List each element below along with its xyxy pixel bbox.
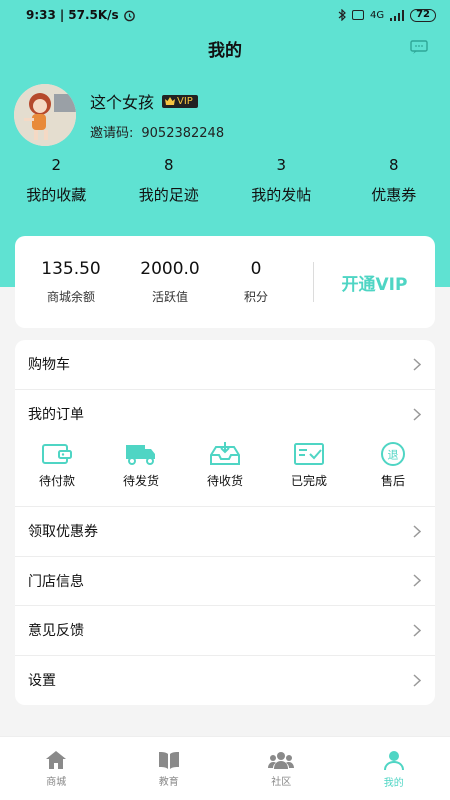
vip-badge: VIP xyxy=(162,94,198,108)
chevron-right-icon xyxy=(413,674,421,687)
tab-label: 社区 xyxy=(271,776,292,788)
check-list-icon xyxy=(294,443,324,465)
invite-label: 邀请码: xyxy=(90,126,134,141)
stat-value: 8 xyxy=(388,156,399,174)
bluetooth-icon xyxy=(338,9,346,21)
return-icon-glyph: 退 xyxy=(388,449,399,462)
menu-item-label: 购物车 xyxy=(28,357,70,374)
tab-education[interactable]: 教育 xyxy=(113,737,226,800)
menu-item-store-info[interactable]: 门店信息 xyxy=(15,557,435,606)
order-completed[interactable]: 已完成 xyxy=(267,441,351,489)
book-icon xyxy=(158,751,179,769)
wallet-card: 135.50 商城余额 2000.0 活跃值 0 积分 开通VIP xyxy=(15,236,435,328)
network-type: 4G xyxy=(369,9,385,21)
menu-item-orders[interactable]: 我的订单 xyxy=(15,390,435,440)
order-pending-receipt[interactable]: 待收货 xyxy=(183,441,267,489)
chevron-right-icon xyxy=(413,408,421,421)
wallet-label: 商城余额 xyxy=(46,290,95,304)
menu-list: 购物车 我的订单 待付款 待发货 待收货 已完成 退 售后 领取优惠券 门店信息… xyxy=(15,340,435,705)
stat-value: 3 xyxy=(276,156,287,174)
alarm-icon xyxy=(123,10,135,21)
profile-section[interactable]: 这个女孩 VIP 邀请码: 9052382248 xyxy=(14,84,224,146)
chevron-right-icon xyxy=(413,525,421,538)
menu-item-label: 门店信息 xyxy=(28,573,84,590)
wallet-activity[interactable]: 2000.0 活跃值 xyxy=(127,259,213,305)
chevron-right-icon xyxy=(413,624,421,637)
stat-footprints[interactable]: 8 我的足迹 xyxy=(113,156,226,205)
crown-icon xyxy=(165,97,176,105)
order-status-label: 待发货 xyxy=(122,474,159,488)
menu-item-settings[interactable]: 设置 xyxy=(15,656,435,706)
stat-label: 我的发帖 xyxy=(251,186,312,204)
menu-item-feedback[interactable]: 意见反馈 xyxy=(15,606,435,656)
order-after-sales[interactable]: 退 售后 xyxy=(351,441,435,489)
chevron-right-icon xyxy=(413,574,421,587)
wallet-value: 2000.0 xyxy=(140,259,200,279)
stat-label: 优惠券 xyxy=(371,186,417,204)
wallet-label: 积分 xyxy=(243,290,268,304)
order-status-label: 已完成 xyxy=(290,474,327,488)
signal-icon xyxy=(390,9,405,21)
tab-label: 教育 xyxy=(158,776,179,788)
stats-row: 2 我的收藏 8 我的足迹 3 我的发帖 8 优惠券 xyxy=(0,156,450,205)
invite-code: 9052382248 xyxy=(141,126,225,141)
stat-value: 8 xyxy=(163,156,174,174)
wallet-balance[interactable]: 135.50 商城余额 xyxy=(28,259,114,305)
bottom-tab-bar: 商城 教育 社区 我的 xyxy=(0,736,450,800)
order-status-label: 待收货 xyxy=(206,474,243,488)
invite-code-row: 邀请码: 9052382248 xyxy=(90,122,224,141)
avatar[interactable] xyxy=(14,84,76,146)
stat-favorites[interactable]: 2 我的收藏 xyxy=(0,156,113,205)
user-name: 这个女孩 xyxy=(90,93,155,112)
order-status-label: 售后 xyxy=(380,474,405,488)
vip-badge-label: VIP xyxy=(177,95,193,107)
status-time: 9:33 xyxy=(26,8,56,22)
menu-item-label: 领取优惠券 xyxy=(28,524,98,541)
tab-mine[interactable]: 我的 xyxy=(338,737,450,800)
user-icon xyxy=(383,750,404,770)
tab-label: 商城 xyxy=(46,776,67,788)
order-pending-payment[interactable]: 待付款 xyxy=(15,441,99,489)
message-icon[interactable] xyxy=(410,40,428,54)
menu-item-label: 意见反馈 xyxy=(28,623,84,640)
tab-mall[interactable]: 商城 xyxy=(0,737,113,800)
stat-posts[interactable]: 3 我的发帖 xyxy=(225,156,338,205)
truck-icon xyxy=(126,445,155,465)
tab-label: 我的 xyxy=(383,777,404,789)
status-speed: 57.5K/s xyxy=(68,8,119,22)
order-pending-shipment[interactable]: 待发货 xyxy=(99,441,183,489)
wallet-icon xyxy=(42,444,72,464)
order-status-row: 待付款 待发货 待收货 已完成 退 售后 xyxy=(15,439,435,507)
menu-item-cart[interactable]: 购物车 xyxy=(15,340,435,390)
group-icon xyxy=(268,751,295,769)
home-icon xyxy=(46,750,67,769)
tab-community[interactable]: 社区 xyxy=(225,737,338,800)
menu-item-label: 我的订单 xyxy=(28,407,84,424)
page-title: 我的 xyxy=(208,41,242,61)
chevron-right-icon xyxy=(413,358,421,371)
wallet-value: 135.50 xyxy=(41,259,101,279)
menu-item-label: 设置 xyxy=(28,673,56,690)
stat-label: 我的收藏 xyxy=(26,186,87,204)
wallet-label: 活跃值 xyxy=(151,290,188,304)
order-status-label: 待付款 xyxy=(38,474,75,488)
inbox-download-icon xyxy=(210,442,240,465)
wallet-value: 0 xyxy=(250,259,262,279)
menu-item-get-coupons[interactable]: 领取优惠券 xyxy=(15,507,435,557)
stat-label: 我的足迹 xyxy=(138,186,199,204)
avatar-illustration xyxy=(14,84,76,146)
battery-indicator: 72 xyxy=(410,8,436,22)
wallet-points[interactable]: 0 积分 xyxy=(213,259,299,305)
status-bar: 9:33 | 57.5K/s 4G 72 xyxy=(0,0,450,30)
stat-value: 2 xyxy=(51,156,62,174)
stat-coupons[interactable]: 8 优惠券 xyxy=(338,156,450,205)
return-icon: 退 xyxy=(381,442,405,466)
hd-icon xyxy=(351,10,364,20)
open-vip-button[interactable]: 开通VIP xyxy=(313,262,435,302)
